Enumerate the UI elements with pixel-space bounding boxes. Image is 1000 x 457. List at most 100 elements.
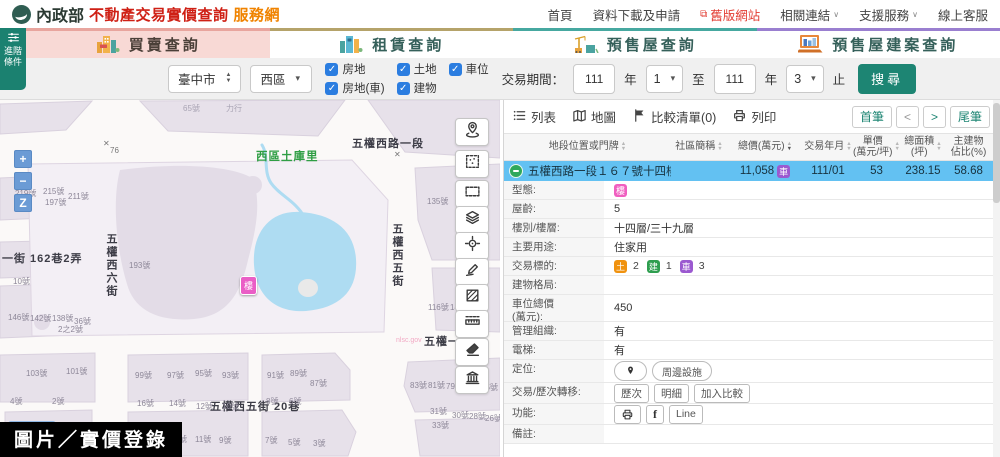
year-from-input[interactable] bbox=[573, 64, 615, 94]
detail-row: 功能:fLine bbox=[504, 404, 1000, 425]
detail-label: 建物格局: bbox=[504, 276, 604, 294]
column-header-3[interactable]: 交易年月▲▼ bbox=[803, 141, 853, 153]
next-page-button[interactable]: > bbox=[923, 106, 946, 128]
house-number-label: 30號 bbox=[452, 410, 469, 421]
checkbox-建物[interactable]: ✓建物 bbox=[397, 80, 437, 96]
column-header-4[interactable]: 單價 (萬元/坪)▲▼ bbox=[853, 136, 900, 159]
scrollbar-thumb[interactable] bbox=[993, 103, 1000, 203]
column-header-label: 總面積 (坪) bbox=[904, 136, 934, 159]
toolbar-list-button[interactable]: 列表 bbox=[512, 107, 556, 126]
map-tool-pin-button[interactable] bbox=[455, 118, 489, 146]
month-from-select[interactable]: 1 ▾ bbox=[646, 65, 683, 93]
toolbar-printer-button[interactable]: 列印 bbox=[732, 107, 776, 126]
detail-value: 樓 bbox=[604, 181, 1000, 199]
search-button[interactable]: 搜尋 bbox=[858, 64, 916, 94]
line-share-button[interactable]: Line bbox=[669, 405, 703, 424]
cell-ratio: 58.68 bbox=[946, 165, 991, 177]
district-select[interactable]: 西區 ▾ bbox=[250, 65, 312, 93]
nearby-facilities-button[interactable]: 周邊設施 bbox=[652, 361, 712, 381]
detail-value: 土2建1車3 bbox=[604, 257, 1000, 275]
detail-value bbox=[604, 276, 1000, 294]
advanced-label-1: 進階 bbox=[4, 46, 22, 56]
map-tool-layers-button[interactable] bbox=[455, 206, 489, 234]
map-tool-select-rect-button[interactable] bbox=[455, 180, 489, 208]
map-tool-eraser-button[interactable] bbox=[455, 338, 489, 366]
column-header-label: 地段位置或門牌 bbox=[549, 141, 619, 153]
nav-item-相關連結[interactable]: 相關連結∨ bbox=[780, 5, 839, 24]
checkbox-車位[interactable]: ✓車位 bbox=[449, 61, 489, 77]
house-number-label: 10號 bbox=[13, 276, 30, 287]
updown-arrow-icon: ▲▼ bbox=[226, 73, 232, 84]
nav-item-首頁[interactable]: 首頁 bbox=[548, 5, 573, 24]
transaction-map-marker[interactable]: 樓 bbox=[240, 276, 257, 295]
first-page-button[interactable]: 首筆 bbox=[852, 106, 892, 128]
house-number-label: 8號 bbox=[266, 396, 278, 407]
total-price-text: 11,058 bbox=[740, 165, 774, 177]
detail-label: 備註: bbox=[504, 425, 604, 443]
detail-加入比較-button[interactable]: 加入比較 bbox=[694, 384, 750, 403]
result-row-selected[interactable]: 五權西路一段１６７號十四樓11,058車111/0153238.1558.68 bbox=[504, 161, 1000, 181]
year-to-input[interactable] bbox=[714, 64, 756, 94]
faint-map-label: 65號 bbox=[183, 103, 200, 114]
map-tool-landmark-button[interactable] bbox=[455, 366, 489, 394]
nav-item-label: 首頁 bbox=[548, 5, 573, 24]
print-button[interactable] bbox=[614, 405, 641, 424]
checkbox-房地(車)[interactable]: ✓房地(車) bbox=[325, 80, 384, 96]
column-header-5[interactable]: 總面積 (坪)▲▼ bbox=[900, 136, 946, 159]
nav-item-線上客服[interactable]: 線上客服 bbox=[938, 5, 988, 24]
panel-scrollbar[interactable] bbox=[993, 100, 1000, 457]
tab-買賣查詢[interactable]: 買賣查詢 bbox=[26, 28, 270, 58]
nav-item-支援服務[interactable]: 支援服務∨ bbox=[859, 5, 918, 24]
month-to-select[interactable]: 3 ▾ bbox=[786, 65, 823, 93]
house-number-label: 193號 bbox=[129, 260, 150, 271]
checkbox-房地[interactable]: ✓房地 bbox=[325, 61, 384, 77]
detail-row: 交易/歷次轉移:歷次明細加入比較 bbox=[504, 383, 1000, 404]
house-number-label: 211號 bbox=[68, 191, 89, 202]
locate-pin-button[interactable] bbox=[614, 361, 647, 381]
map-tool-measure-button[interactable] bbox=[455, 310, 489, 338]
map-tool-draw-button[interactable] bbox=[455, 258, 489, 286]
eraser-icon bbox=[464, 341, 481, 363]
column-header-2[interactable]: 總價(萬元)▲▼ bbox=[727, 141, 803, 153]
nav-item-舊版網站[interactable]: ⧉舊版網站 bbox=[700, 5, 760, 24]
map-tool-select-area-button[interactable] bbox=[455, 150, 489, 178]
house-number-label: 142號 bbox=[30, 313, 51, 324]
advanced-criteria-button[interactable]: 進階 條件 bbox=[0, 28, 26, 90]
cell-area: 238.15 bbox=[900, 165, 946, 177]
cell-total-price: 11,058車 bbox=[727, 165, 803, 178]
toolbar-label: 列表 bbox=[531, 107, 556, 126]
nav-item-資料下載及申請[interactable]: 資料下載及申請 bbox=[593, 5, 681, 24]
prev-page-button[interactable]: < bbox=[896, 106, 919, 128]
zoom-in-button[interactable]: + bbox=[14, 150, 32, 168]
tab-buildings-icon bbox=[95, 33, 121, 57]
column-header-0[interactable]: 地段位置或門牌▲▼ bbox=[504, 141, 671, 153]
zoom-reset-button[interactable]: Z bbox=[14, 194, 32, 212]
checkbox-土地[interactable]: ✓土地 bbox=[397, 61, 437, 77]
toolbar-label: 列印 bbox=[751, 107, 776, 126]
map-tool-locate-button[interactable] bbox=[455, 232, 489, 260]
tab-預售屋建案查詢[interactable]: 預售屋建案查詢 bbox=[757, 28, 1000, 58]
zoom-out-button[interactable]: − bbox=[14, 172, 32, 190]
column-header-6[interactable]: 主建物 佔比(%) bbox=[946, 136, 991, 159]
column-header-1[interactable]: 社區簡稱▲▼ bbox=[671, 141, 727, 153]
last-page-button[interactable]: 尾筆 bbox=[950, 106, 990, 128]
toolbar-flag-button[interactable]: 比較清單(0) bbox=[632, 107, 716, 126]
pagination: 首筆<>尾筆 bbox=[852, 106, 990, 128]
month-from-value: 1 bbox=[654, 72, 661, 86]
toolbar-mapbook-button[interactable]: 地圖 bbox=[572, 107, 616, 126]
map-tool-hatch-button[interactable] bbox=[455, 284, 489, 312]
detail-歷次-button[interactable]: 歷次 bbox=[614, 384, 649, 403]
city-select[interactable]: 臺中市 ▲▼ bbox=[168, 65, 241, 93]
map-canvas[interactable]: 五權西路一段五權西六街五權西五街五權一街五權西五街 20巷一街 162巷2弄西區… bbox=[0, 100, 500, 457]
facebook-share-button[interactable]: f bbox=[646, 405, 664, 424]
printer-icon bbox=[732, 108, 747, 126]
tab-租賃查詢[interactable]: 租賃查詢 bbox=[270, 28, 514, 58]
locate-icon bbox=[464, 235, 481, 257]
detail-明細-button[interactable]: 明細 bbox=[654, 384, 689, 403]
target-count: 3 bbox=[699, 260, 705, 272]
tab-預售屋查詢[interactable]: 預售屋查詢 bbox=[513, 28, 757, 58]
site-logo[interactable]: 內政部 不動產交易實價查詢 服務網 bbox=[12, 2, 280, 26]
detail-label: 管理組織: bbox=[504, 322, 604, 340]
house-number-label: 2之2號 bbox=[58, 324, 83, 335]
faint-map-label: 力行 bbox=[226, 103, 242, 114]
